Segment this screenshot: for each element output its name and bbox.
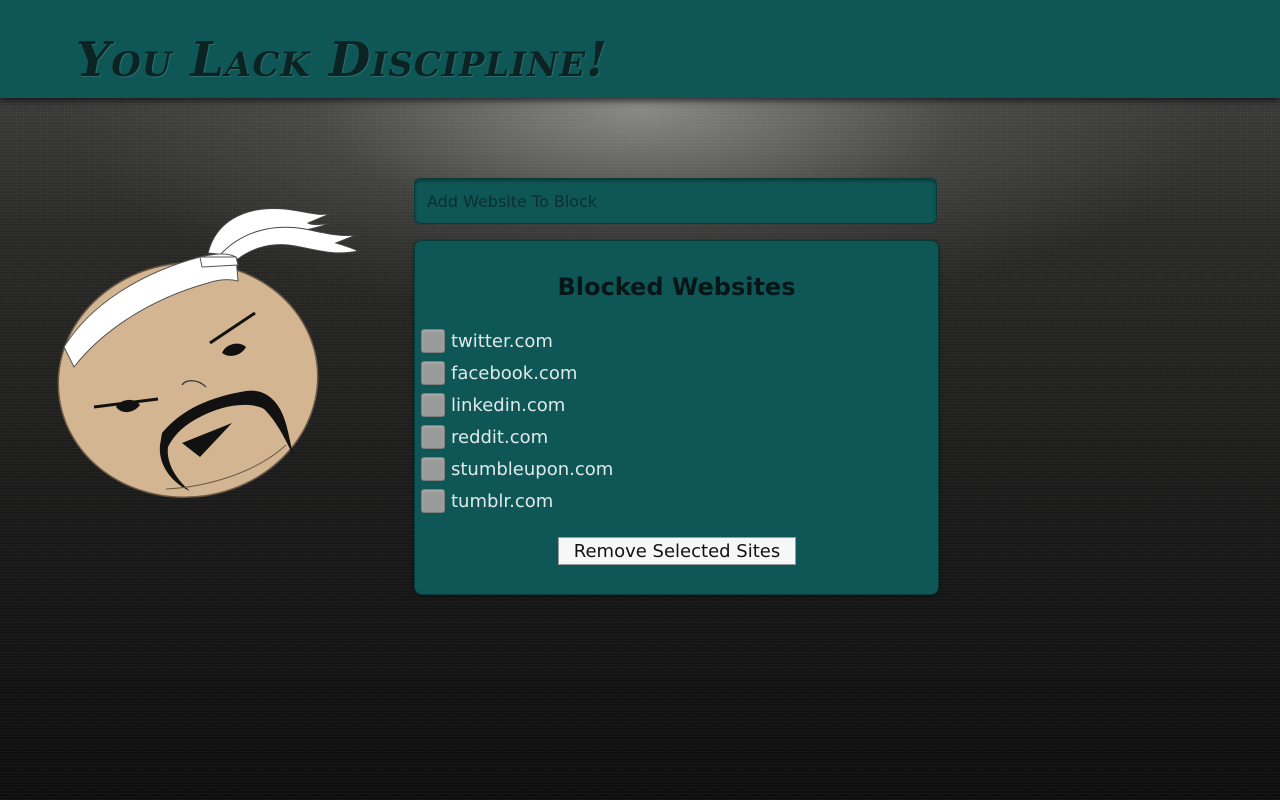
site-label: linkedin.com (451, 394, 566, 416)
site-label: stumbleupon.com (451, 458, 614, 480)
blocked-sites-list: twitter.com facebook.com linkedin.com re… (421, 325, 613, 517)
blocked-site-item[interactable]: facebook.com (421, 357, 613, 389)
site-label: twitter.com (451, 330, 553, 352)
angry-sensei-mascot-icon (57, 207, 360, 499)
site-checkbox[interactable] (421, 329, 445, 353)
site-label: reddit.com (451, 426, 549, 448)
site-checkbox[interactable] (421, 489, 445, 513)
site-checkbox[interactable] (421, 393, 445, 417)
remove-selected-sites-button[interactable]: Remove Selected Sites (558, 537, 796, 565)
app-title: You Lack Discipline! (76, 32, 609, 88)
blocked-site-item[interactable]: linkedin.com (421, 389, 613, 421)
site-checkbox[interactable] (421, 425, 445, 449)
header-bar: You Lack Discipline! (0, 0, 1280, 98)
site-checkbox[interactable] (421, 361, 445, 385)
blocked-site-item[interactable]: stumbleupon.com (421, 453, 613, 485)
add-website-box (414, 178, 937, 224)
site-label: facebook.com (451, 362, 578, 384)
add-website-input[interactable] (415, 179, 936, 223)
blocked-site-item[interactable]: twitter.com (421, 325, 613, 357)
blocked-websites-title: Blocked Websites (557, 273, 796, 301)
blocked-site-item[interactable]: tumblr.com (421, 485, 613, 517)
site-checkbox[interactable] (421, 457, 445, 481)
site-label: tumblr.com (451, 490, 554, 512)
blocked-websites-panel: Blocked Websites twitter.com facebook.co… (414, 240, 939, 595)
blocked-site-item[interactable]: reddit.com (421, 421, 613, 453)
